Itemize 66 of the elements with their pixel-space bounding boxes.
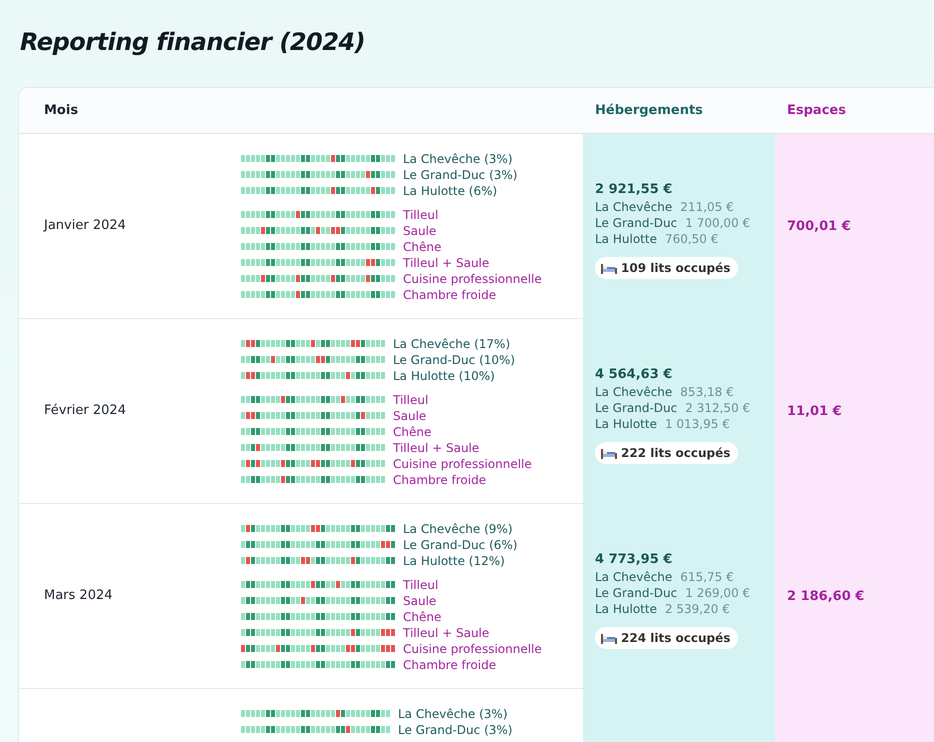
room-label: Chambre froide (393, 472, 486, 489)
lodging-amount: 853,18 € (680, 384, 734, 400)
lodging-amount: 2 539,20 € (664, 601, 730, 618)
room-label: La Hulotte (12%) (403, 552, 505, 570)
beds-count: 109 lits occupés (621, 260, 730, 278)
bed-icon (601, 448, 617, 459)
lodging-amount: 211,05 € (680, 199, 734, 216)
month-label: Janvier 2024 (44, 217, 126, 236)
lodging-amount: 1 269,00 € (685, 585, 750, 602)
room-label: Saule (403, 592, 436, 610)
lodging-total: 2 921,55 € (595, 180, 674, 199)
column-header: Hébergements (595, 102, 703, 120)
room-label: La Chevêche (3%) (398, 706, 508, 723)
month-label: Mars 2024 (44, 587, 113, 606)
lodging-name: La Hulotte (595, 416, 657, 432)
room-label: Tilleul (393, 392, 428, 409)
room-label: Chambre froide (403, 656, 496, 674)
lodging-amount: 760,50 € (664, 231, 718, 248)
lodging-name: Le Grand-Duc (595, 585, 678, 602)
lodging-amount: 2 312,50 € (685, 400, 750, 416)
room-label: La Hulotte (6%) (403, 182, 498, 200)
spaces-total: 11,01 € (787, 402, 842, 421)
room-label: Saule (403, 222, 436, 240)
column-header: Espaces (787, 102, 846, 120)
room-label: Chêne (403, 238, 442, 256)
beds-count: 222 lits occupés (621, 445, 730, 462)
room-label: Tilleul + Saule (393, 440, 480, 457)
room-label: Cuisine professionnelle (403, 270, 542, 288)
beds-count: 224 lits occupés (621, 630, 730, 648)
spaces-total: 2 186,60 € (787, 588, 864, 606)
lodging-total: 4 564,63 € (595, 366, 674, 384)
lodging-name: Le Grand-Duc (595, 215, 678, 232)
room-label: La Hulotte (10%) (393, 368, 495, 385)
lodging-name: La Chevêche (595, 569, 672, 586)
room-label: Le Grand-Duc (6%) (403, 536, 518, 554)
room-label: La Chevêche (17%) (393, 336, 510, 353)
room-label: Tilleul + Saule (403, 254, 490, 272)
room-label: Le Grand-Duc (3%) (403, 166, 518, 184)
lodging-name: La Hulotte (595, 601, 657, 618)
bed-icon (601, 632, 617, 644)
room-label: Chêne (393, 424, 432, 441)
spaces-total: 700,01 € (787, 218, 851, 236)
column-header: Mois (44, 102, 78, 120)
lodging-total: 4 773,95 € (595, 550, 674, 569)
lodging-amount: 1 013,95 € (664, 416, 730, 432)
room-label: Saule (393, 408, 426, 425)
room-label: La Chevêche (3%) (403, 150, 513, 168)
room-label: Le Grand-Duc (10%) (393, 352, 516, 369)
bed-icon (601, 262, 617, 274)
room-label: Le Grand-Duc (3%) (398, 722, 512, 739)
room-label: La Chevêche (9%) (403, 520, 513, 538)
month-label: Février 2024 (44, 402, 126, 420)
lodging-name: La Hulotte (595, 231, 657, 248)
lodging-amount: 615,75 € (680, 569, 734, 586)
lodging-name: La Chevêche (595, 384, 672, 400)
lodging-name: Le Grand-Duc (595, 400, 678, 416)
room-label: Tilleul (403, 206, 438, 224)
page-title: Reporting financier (2024) (20, 28, 366, 57)
room-label: Cuisine professionnelle (403, 640, 542, 658)
lodging-amount: 1 700,00 € (685, 215, 750, 232)
room-label: Chêne (403, 608, 442, 626)
room-label: Tilleul + Saule (403, 624, 490, 642)
room-label: Tilleul (403, 576, 438, 594)
room-label: Cuisine professionnelle (393, 456, 532, 473)
room-label: Chambre froide (403, 286, 496, 304)
lodging-name: La Chevêche (595, 199, 672, 216)
